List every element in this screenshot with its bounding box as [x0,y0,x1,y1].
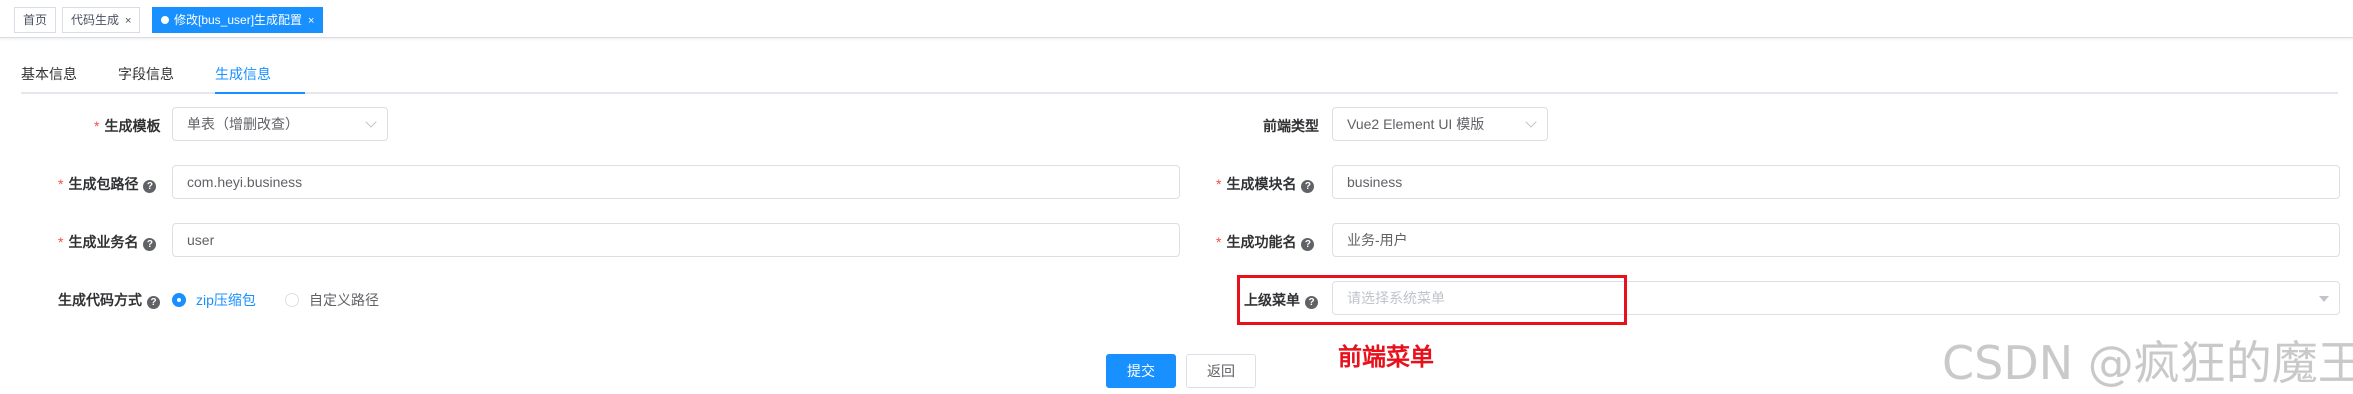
required-mark: * [94,118,100,134]
caret-down-icon [2319,296,2329,302]
module-name-value: business [1347,174,1403,190]
active-tab-indicator [215,92,305,94]
watermark: CSDN @疯狂的魔王 [1942,336,2353,390]
frontend-type-value: Vue2 Element UI 模版 [1347,116,1485,132]
back-button[interactable]: 返回 [1186,354,1256,388]
tag-home[interactable]: 首页 [14,7,57,33]
tpl-category-label: * 生成模板 [94,118,161,134]
chevron-down-icon [365,116,377,128]
business-name-value: user [187,232,215,248]
tag-label: 代码生成 [71,13,120,27]
tpl-category-select[interactable]: 单表（增删改查） [172,107,388,141]
tpl-category-value: 单表（增删改查） [187,116,299,132]
radio-checked-icon [172,293,186,307]
help-icon[interactable]: ? [147,296,160,309]
business-name-label: * 生成业务名? [58,232,157,252]
help-icon[interactable]: ? [143,180,157,193]
chevron-down-icon [1525,116,1537,128]
required-mark: * [1216,234,1222,250]
tag-label: 首页 [23,13,48,27]
frontend-type-select[interactable]: Vue2 Element UI 模版 [1332,107,1548,141]
tab-basic-info[interactable]: 基本信息 [21,64,77,84]
gen-type-label: 生成代码方式? [58,290,160,310]
function-name-label: * 生成功能名? [1216,232,1315,252]
required-mark: * [58,234,64,250]
tag-edit-gen-config[interactable]: 修改[bus_user]生成配置 × [152,7,324,33]
package-name-value: com.heyi.business [187,174,303,190]
tab-gen-info[interactable]: 生成信息 [215,64,271,84]
tab-column-info[interactable]: 字段信息 [118,64,174,84]
tags-view-bar: 首页 代码生成 × 修改[bus_user]生成配置 × [0,0,2353,38]
close-icon[interactable]: × [125,9,131,33]
gen-type-radio-zip[interactable]: zip压缩包 [172,290,256,310]
active-dot-icon [161,16,169,24]
gen-type-radio-custom-path[interactable]: 自定义路径 [285,290,379,310]
help-icon[interactable]: ? [1301,238,1315,251]
required-mark: * [1216,176,1222,192]
radio-label: 自定义路径 [309,292,379,308]
close-icon[interactable]: × [308,9,314,33]
tag-code-gen[interactable]: 代码生成 × [62,7,141,33]
submit-button[interactable]: 提交 [1106,354,1176,388]
business-name-input[interactable]: user [172,223,1180,257]
annotation-highlight-box [1237,275,1627,325]
required-mark: * [58,176,64,192]
help-icon[interactable]: ? [1301,180,1315,193]
tabs: 基本信息 字段信息 生成信息 [21,58,2338,94]
radio-label: zip压缩包 [196,292,256,308]
module-name-input[interactable]: business [1332,165,2340,199]
annotation-text: 前端菜单 [1338,344,1434,371]
frontend-type-label: 前端类型 [1263,118,1319,134]
package-name-label: * 生成包路径? [58,174,157,194]
module-name-label: * 生成模块名? [1216,174,1315,194]
package-name-input[interactable]: com.heyi.business [172,165,1180,199]
help-icon[interactable]: ? [143,238,157,251]
function-name-input[interactable]: 业务-用户 [1332,223,2340,257]
function-name-value: 业务-用户 [1347,232,1408,248]
radio-unchecked-icon [285,293,299,307]
tag-label: 修改[bus_user]生成配置 [174,13,303,27]
